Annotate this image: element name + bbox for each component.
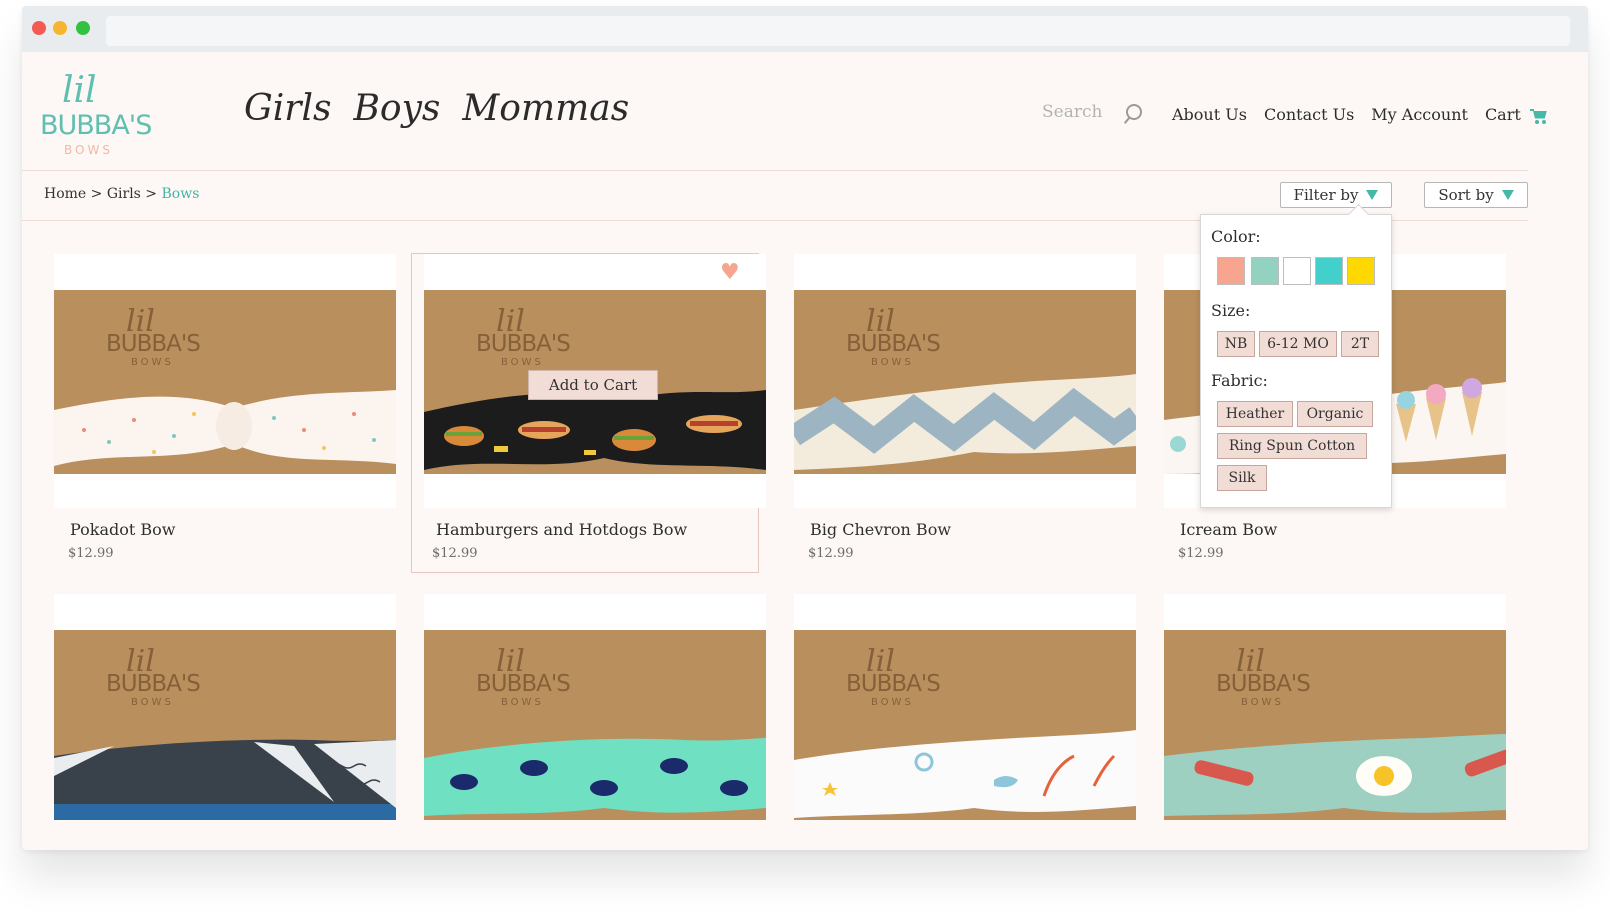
- close-window-button[interactable]: [32, 21, 46, 35]
- mountain-fabric-strip: [54, 739, 396, 820]
- pokadot-fabric-strip: [54, 390, 396, 466]
- maximize-window-button[interactable]: [76, 21, 90, 35]
- minimize-window-button[interactable]: [53, 21, 67, 35]
- fabric-option-heather[interactable]: Heather: [1217, 401, 1293, 427]
- product-image[interactable]: lil BUBBA'S BOWS: [54, 594, 396, 820]
- product-brand-mark: lil BUBBA'S BOWS: [476, 644, 571, 708]
- logo-lil: lil: [62, 70, 97, 111]
- product-title[interactable]: Hamburgers and Hotdogs Bow: [436, 520, 687, 539]
- top-nav: About Us Contact Us My Account Cart: [1172, 105, 1548, 124]
- chevron-fabric-strip: [794, 374, 1136, 470]
- product-brand-mark: lil BUBBA'S BOWS: [1216, 644, 1311, 708]
- nav-cart[interactable]: Cart: [1485, 105, 1548, 124]
- chevron-down-icon: [1366, 190, 1379, 200]
- color-swatch[interactable]: [1217, 257, 1245, 285]
- size-option-nb[interactable]: NB: [1217, 331, 1255, 357]
- browser-chrome: [22, 6, 1588, 52]
- nav-mommas[interactable]: Mommas: [462, 88, 629, 129]
- header-divider: [22, 170, 1528, 171]
- product-price: $12.99: [432, 546, 478, 561]
- nav-about-us[interactable]: About Us: [1172, 105, 1247, 124]
- product-brand-mark: lil BUBBA'S BOWS: [106, 644, 201, 708]
- search-icon[interactable]: [1126, 104, 1142, 120]
- filter-dropdown: Color: Size: NB 6-12 MO 2T Fabric: Heath…: [1200, 214, 1392, 508]
- main-nav: Girls Boys Mommas: [244, 88, 629, 129]
- breadcrumb-girls[interactable]: Girls: [107, 186, 141, 202]
- size-option-6-12mo[interactable]: 6-12 MO: [1259, 331, 1337, 357]
- breadcrumb-separator: >: [86, 186, 107, 202]
- breadcrumb-home[interactable]: Home: [44, 186, 86, 202]
- size-label: Size:: [1211, 301, 1251, 320]
- product-brand-mark: lil BUBBA'S BOWS: [846, 644, 941, 708]
- nav-contact-us[interactable]: Contact Us: [1264, 105, 1354, 124]
- product-card-hovered[interactable]: lil BUBBA'S BOWS Add to Cart ♥ Hamburgers …: [411, 253, 766, 573]
- color-swatch[interactable]: [1283, 257, 1311, 285]
- fabric-label: Fabric:: [1211, 371, 1268, 390]
- nav-boys[interactable]: Boys: [353, 88, 440, 129]
- color-label: Color:: [1211, 227, 1261, 246]
- color-swatch[interactable]: [1315, 257, 1343, 285]
- address-bar[interactable]: [106, 16, 1570, 46]
- product-title[interactable]: Big Chevron Bow: [810, 520, 951, 539]
- logo-sub: BOWS: [64, 143, 113, 157]
- color-swatch[interactable]: [1251, 257, 1279, 285]
- product-image[interactable]: lil BUBBA'S BOWS: [54, 254, 396, 508]
- nav-my-account[interactable]: My Account: [1371, 105, 1468, 124]
- product-price: $12.99: [68, 546, 114, 561]
- search-input[interactable]: [1042, 102, 1112, 122]
- color-swatch[interactable]: [1347, 257, 1375, 285]
- bacon-egg-fabric-strip: [1164, 734, 1506, 816]
- whale-fabric-strip: [424, 738, 766, 816]
- product-title[interactable]: Pokadot Bow: [70, 520, 175, 539]
- fabric-option-organic[interactable]: Organic: [1297, 401, 1373, 427]
- sort-by-button[interactable]: Sort by: [1424, 182, 1528, 208]
- product-brand-mark: lil BUBBA'S BOWS: [476, 304, 571, 368]
- product-image[interactable]: lil BUBBA'S BOWS: [1164, 594, 1506, 820]
- product-price: $12.99: [808, 546, 854, 561]
- product-card[interactable]: lil BUBBA'S BOWS Pokadot Bow $12.99: [54, 254, 396, 564]
- site-logo[interactable]: lil BUBBA'S BOWS: [40, 70, 152, 157]
- product-image[interactable]: lil BUBBA'S BOWS Add to Cart ♥: [424, 254, 766, 508]
- product-title[interactable]: Icream Bow: [1180, 520, 1277, 539]
- cart-label: Cart: [1484, 105, 1521, 124]
- product-image[interactable]: lil BUBBA'S BOWS: [794, 594, 1136, 820]
- ocean-fabric-strip: [794, 730, 1136, 818]
- search-box: [1042, 102, 1142, 122]
- fabric-option-ring-spun-cotton[interactable]: Ring Spun Cotton: [1217, 433, 1367, 459]
- breadcrumb-current: Bows: [161, 186, 200, 202]
- fabric-option-silk[interactable]: Silk: [1217, 465, 1267, 491]
- sort-by-label: Sort by: [1438, 186, 1494, 204]
- product-brand-mark: lil BUBBA'S BOWS: [106, 304, 201, 368]
- filter-by-button[interactable]: Filter by: [1280, 182, 1392, 208]
- add-to-cart-button[interactable]: Add to Cart: [528, 370, 658, 400]
- cart-icon: [1529, 108, 1548, 124]
- breadcrumb-separator: >: [140, 186, 162, 202]
- product-image[interactable]: lil BUBBA'S BOWS: [794, 254, 1136, 508]
- nav-girls[interactable]: Girls: [244, 88, 331, 129]
- breadcrumb: Home > Girls > Bows: [44, 186, 199, 202]
- chevron-down-icon: [1501, 190, 1514, 200]
- browser-window: lil BUBBA'S BOWS Girls Boys Mommas About…: [22, 6, 1588, 850]
- product-card[interactable]: lil BUBBA'S BOWS Big Chevron Bow $12.99: [794, 254, 1136, 564]
- size-option-2t[interactable]: 2T: [1341, 331, 1379, 357]
- filter-by-label: Filter by: [1293, 186, 1359, 204]
- product-price: $12.99: [1178, 546, 1224, 561]
- site-header: lil BUBBA'S BOWS Girls Boys Mommas About…: [22, 52, 1588, 182]
- favorite-heart-icon[interactable]: ♥: [720, 260, 740, 285]
- logo-name: BUBBA'S: [40, 110, 152, 141]
- product-image[interactable]: lil BUBBA'S BOWS: [424, 594, 766, 820]
